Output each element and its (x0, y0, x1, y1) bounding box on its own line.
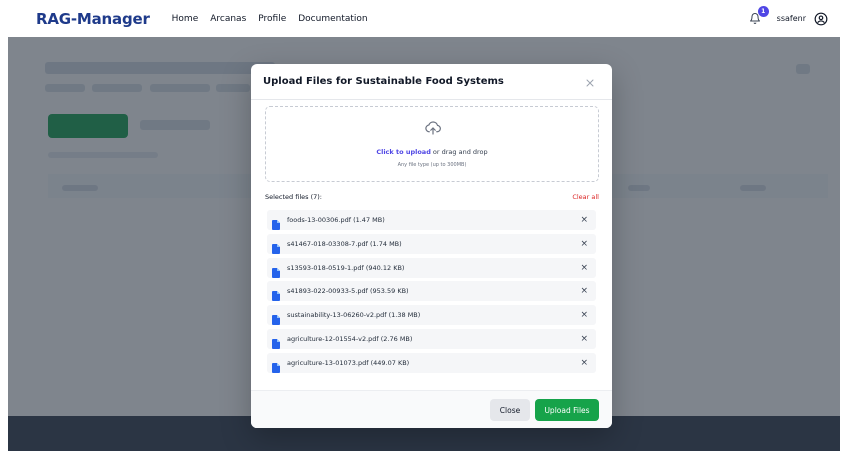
nav-user-area: 1 ssafenr (749, 0, 828, 37)
username-label[interactable]: ssafenr (777, 14, 806, 23)
selected-files-header: Selected files (7): Clear all (265, 193, 599, 203)
nav-arcanas[interactable]: Arcanas (210, 14, 246, 24)
upload-files-button[interactable]: Upload Files (535, 399, 599, 421)
file-name: s13593-018-0519-1.pdf (940.12 KB) (287, 263, 405, 272)
file-list-item: sustainability-13-06260-v2.pdf (1.38 MB)… (267, 305, 596, 326)
file-list-item: s41467-018-03308-7.pdf (1.74 MB) × (267, 233, 596, 254)
file-name: agriculture-13-01073.pdf (449.07 KB) (287, 358, 410, 367)
modal-header: Upload Files for Sustainable Food System… (251, 64, 612, 100)
file-icon (272, 358, 280, 377)
drag-drop-text: or drag and drop (430, 148, 488, 156)
modal-title: Upload Files for Sustainable Food System… (263, 76, 504, 87)
file-name: s41893-022-00933-5.pdf (953.59 KB) (287, 287, 409, 296)
file-name: sustainability-13-06260-v2.pdf (1.38 MB) (287, 311, 421, 320)
file-icon (272, 286, 280, 305)
cloud-upload-icon (424, 119, 442, 141)
remove-file-button[interactable]: × (580, 214, 588, 226)
close-icon (586, 79, 594, 87)
file-list-item: agriculture-13-01073.pdf (449.07 KB) × (267, 352, 596, 373)
notification-badge: 1 (757, 5, 769, 17)
file-list-item: foods-13-00306.pdf (1.47 MB) × (267, 210, 596, 230)
dropzone-instruction: Click to upload or drag and drop (266, 148, 598, 156)
modal-close-button[interactable] (584, 74, 598, 88)
selected-files-label: Selected files (7): (265, 193, 322, 201)
remove-file-button[interactable]: × (580, 262, 588, 274)
file-name: foods-13-00306.pdf (1.47 MB) (287, 216, 385, 224)
nav-home[interactable]: Home (172, 14, 199, 24)
selected-files-list: foods-13-00306.pdf (1.47 MB) × s41467-01… (267, 210, 596, 377)
file-icon (272, 215, 280, 234)
file-icon (272, 310, 280, 329)
brand-logo[interactable]: RAG-Manager (36, 10, 150, 28)
upload-files-modal: Upload Files for Sustainable Food System… (251, 64, 612, 428)
top-navbar: RAG-Manager Home Arcanas Profile Documen… (0, 0, 848, 37)
dropzone-subtext: Any file type (up to 300MB) (397, 162, 467, 168)
remove-file-button[interactable]: × (580, 357, 588, 369)
nav-profile[interactable]: Profile (258, 14, 286, 24)
user-avatar-button[interactable] (814, 12, 828, 26)
click-to-upload-link[interactable]: Click to upload (376, 148, 431, 156)
remove-file-button[interactable]: × (580, 309, 588, 321)
close-button[interactable]: Close (490, 399, 530, 421)
remove-file-button[interactable]: × (580, 285, 588, 297)
file-icon (272, 263, 280, 282)
file-name: s41467-018-03308-7.pdf (1.74 MB) (287, 239, 402, 248)
modal-footer: Close Upload Files (251, 390, 612, 428)
file-list-item: s13593-018-0519-1.pdf (940.12 KB) × (267, 257, 596, 278)
notification-button[interactable]: 1 (749, 5, 769, 26)
remove-file-button[interactable]: × (580, 333, 588, 345)
remove-file-button[interactable]: × (580, 238, 588, 250)
file-list-item: s41893-022-00933-5.pdf (953.59 KB) × (267, 281, 596, 302)
file-icon (272, 239, 280, 258)
user-circle-icon (814, 12, 828, 25)
file-icon (272, 334, 280, 353)
file-dropzone[interactable]: Click to upload or drag and drop Any fil… (265, 106, 599, 182)
file-name: agriculture-12-01554-v2.pdf (2.76 MB) (287, 334, 413, 343)
nav-documentation[interactable]: Documentation (298, 14, 367, 24)
file-list-item: agriculture-12-01554-v2.pdf (2.76 MB) × (267, 328, 596, 349)
clear-all-button[interactable]: Clear all (572, 193, 599, 201)
